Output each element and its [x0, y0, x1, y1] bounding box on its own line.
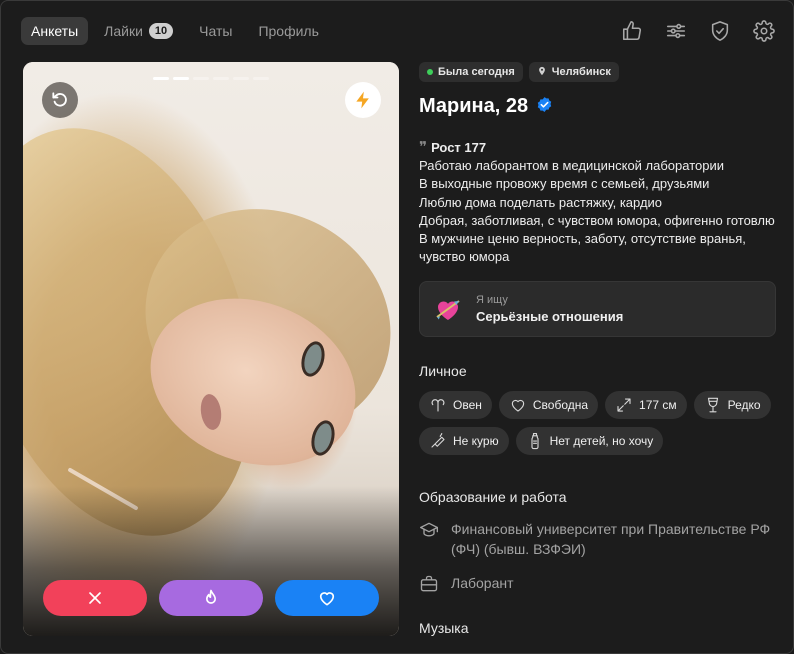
- pill-relationship: Свободна: [498, 391, 599, 420]
- city-chip: Челябинск: [528, 62, 619, 82]
- undo-button[interactable]: [42, 82, 78, 118]
- boost-button[interactable]: [345, 82, 381, 118]
- shield-check-icon[interactable]: [707, 18, 733, 44]
- card-actions: [43, 580, 379, 616]
- education-section-title: Образование и работа: [419, 489, 567, 506]
- quote-icon: ❞: [419, 138, 428, 156]
- photo-dot[interactable]: [233, 77, 249, 80]
- sliders-icon[interactable]: [663, 18, 689, 44]
- thumbs-up-icon[interactable]: [619, 18, 645, 44]
- close-icon: [89, 592, 101, 604]
- job-item: Лаборант: [419, 573, 789, 594]
- personal-pills: Овен Свободна 177 см Редко Не курю Нет д…: [419, 391, 779, 456]
- bio-line: чувство юмора: [419, 249, 510, 265]
- dislike-button[interactable]: [43, 580, 147, 616]
- app-window: Анкеты Лайки 10 Чаты Профиль Была сегодн…: [0, 0, 794, 654]
- tab-profiles[interactable]: Анкеты: [21, 17, 89, 45]
- heart-icon: [319, 592, 335, 606]
- top-nav: Анкеты Лайки 10 Чаты Профиль: [21, 17, 329, 45]
- seeking-label: Я ищу: [476, 294, 508, 307]
- photo-indicator: [153, 77, 269, 80]
- bio-line: В мужчине ценю верность, заботу, отсутст…: [419, 231, 746, 247]
- baby-bottle-icon: [531, 433, 539, 450]
- tab-label: Анкеты: [31, 23, 79, 39]
- seeking-value: Серьёзные отношения: [476, 309, 624, 325]
- undo-icon: [52, 92, 67, 107]
- likes-count-badge: 10: [148, 23, 174, 39]
- bio-line: Люблю дома поделать растяжку, кардио: [419, 194, 663, 210]
- pill-label: Овен: [453, 398, 482, 413]
- photo-dot[interactable]: [153, 77, 169, 80]
- location-pin-icon: [537, 66, 547, 79]
- verified-icon: [536, 96, 553, 118]
- profile-meta: Была сегодня Челябинск: [419, 62, 789, 82]
- wine-glass-icon: [707, 398, 718, 413]
- photo-dot[interactable]: [173, 77, 189, 80]
- bio-text: ❞ Рост 177 Работаю лаборантом в медицинск…: [419, 138, 789, 266]
- pill-drinking: Редко: [693, 391, 771, 420]
- pill-label: Не курю: [453, 434, 499, 449]
- pill-smoking: Не курю: [419, 427, 509, 456]
- seeking-card[interactable]: Я ищу Серьёзные отношения: [419, 281, 776, 338]
- bio-line: Работаю лаборантом в медицинской лаборат…: [419, 158, 725, 174]
- heart-outline-icon: [511, 400, 525, 412]
- profile-photo-card[interactable]: [23, 62, 399, 636]
- tab-chats[interactable]: Чаты: [189, 17, 242, 45]
- pill-zodiac: Овен: [419, 391, 492, 420]
- bio-line: Рост 177: [431, 140, 487, 155]
- personal-section-title: Личное: [419, 363, 467, 380]
- flame-icon: [206, 589, 216, 604]
- bio-line: Добрая, заботливая, с чувством юмора, оф…: [419, 212, 775, 228]
- profile-name: Марина, 28: [419, 95, 529, 117]
- photo-dot[interactable]: [253, 77, 269, 80]
- tab-likes[interactable]: Лайки 10: [94, 17, 183, 45]
- aries-icon: [431, 399, 445, 412]
- tab-profile[interactable]: Профиль: [248, 17, 328, 45]
- online-status: Была сегодня: [438, 66, 515, 78]
- pill-label: Нет детей, но хочу: [549, 434, 654, 449]
- gear-icon[interactable]: [751, 18, 777, 44]
- like-button[interactable]: [275, 580, 379, 616]
- pill-height: 177 см: [605, 391, 687, 420]
- online-status-chip: Была сегодня: [419, 62, 523, 82]
- pill-children: Нет детей, но хочу: [515, 427, 664, 456]
- online-dot-icon: [427, 69, 433, 75]
- no-smoking-icon: [431, 433, 445, 448]
- pill-label: Редко: [727, 398, 761, 413]
- graduation-cap-icon: [420, 523, 438, 537]
- top-actions: [619, 18, 777, 44]
- photo-dot[interactable]: [193, 77, 209, 80]
- pill-label: 177 см: [639, 398, 677, 413]
- height-icon: [617, 398, 631, 412]
- pill-label: Свободна: [532, 398, 589, 413]
- bio-line: В выходные провожу время с семьей, друзь…: [419, 176, 710, 192]
- photo-dot[interactable]: [213, 77, 229, 80]
- university-name: Финансовый университет при Правительстве…: [451, 521, 771, 558]
- briefcase-icon: [420, 576, 438, 592]
- education-item: Финансовый университет при Правительстве…: [419, 519, 789, 559]
- city-name: Челябинск: [551, 66, 611, 78]
- heart-arrow-icon: [434, 295, 462, 323]
- profile-details: Была сегодня Челябинск Марина, 28 ❞ Рост …: [419, 62, 789, 636]
- tab-label: Лайки: [104, 23, 143, 39]
- tab-label: Профиль: [258, 23, 319, 39]
- job-title: Лаборант: [451, 575, 514, 592]
- superlike-button[interactable]: [159, 580, 263, 616]
- music-section-title: Музыка: [419, 620, 469, 637]
- lightning-icon: [356, 91, 369, 109]
- name-row: Марина, 28: [419, 95, 789, 118]
- tab-label: Чаты: [199, 23, 233, 39]
